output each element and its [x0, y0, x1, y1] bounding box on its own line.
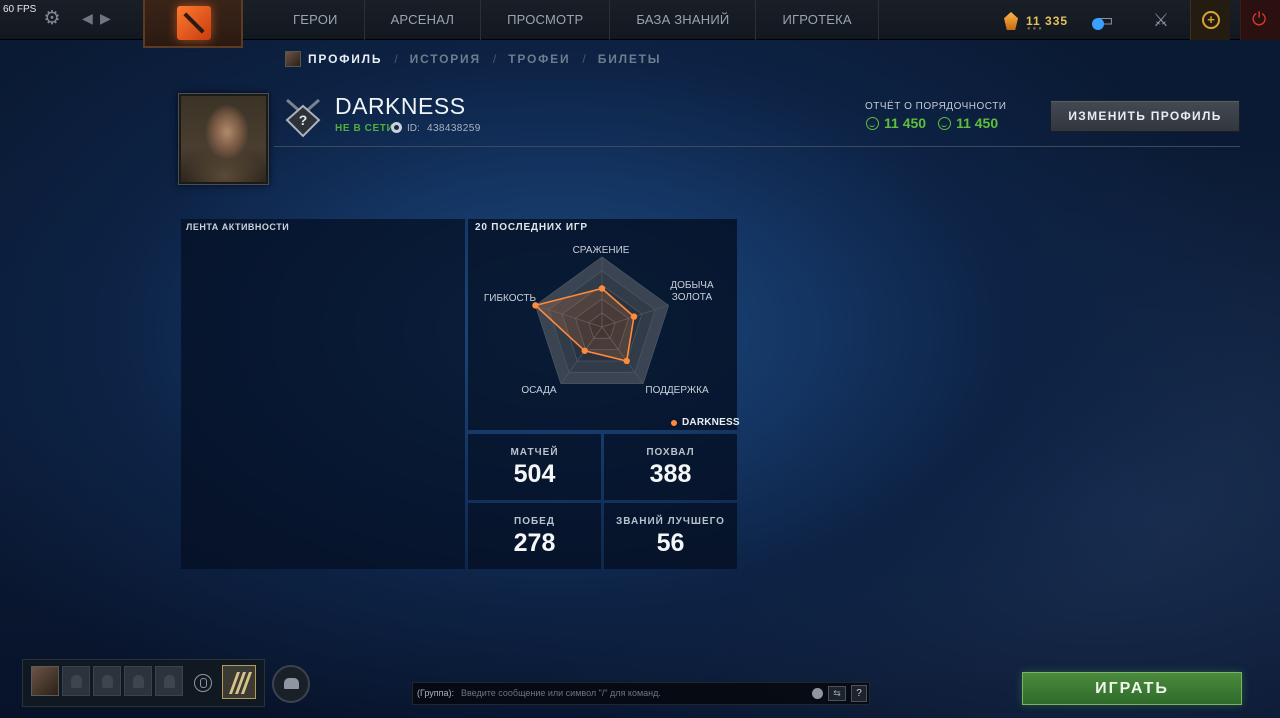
fps-counter: 60 FPS: [3, 4, 37, 15]
gear-icon[interactable]: ⚙: [42, 9, 62, 29]
status-badge: НЕ В СЕТИ: [335, 123, 395, 134]
smile-icon: [938, 116, 952, 130]
edit-profile-button[interactable]: ИЗМЕНИТЬ ПРОФИЛЬ: [1050, 100, 1240, 132]
conduct-label: ОТЧЁТ О ПОРЯДОЧНОСТИ: [865, 101, 1007, 112]
party-slot-self[interactable]: [31, 666, 59, 696]
party-slot-empty[interactable]: [124, 666, 152, 696]
party-slot-empty[interactable]: [62, 666, 90, 696]
header-divider: [274, 146, 1240, 147]
subnav-separator: /: [394, 52, 398, 66]
stat-wins-label: ПОБЕД: [514, 516, 555, 527]
armory-icon[interactable]: ⚔: [1148, 8, 1174, 32]
subnav-separator: /: [582, 52, 586, 66]
chat-input[interactable]: Введите сообщение или символ "/" для ком…: [461, 688, 801, 698]
emoticon-icon[interactable]: [812, 688, 823, 699]
mini-avatar: [285, 51, 301, 67]
ranked-roles-button[interactable]: [222, 665, 256, 699]
chat-channel-label[interactable]: (Группа):: [417, 688, 454, 698]
radar-point: [630, 313, 638, 320]
legend-label: DARKNESS: [682, 417, 740, 428]
chat-options-icon[interactable]: ⇆: [828, 686, 846, 701]
axis-label-support: ПОДДЕРЖКА: [645, 385, 709, 396]
top-bar: 60 FPS ⚙ ◀ ▶ ГЕРОИ АРСЕНАЛ ПРОСМОТР БАЗА…: [0, 0, 1280, 48]
tab-profile[interactable]: ПРОФИЛЬ: [308, 52, 382, 66]
profile-subnav: ПРОФИЛЬ / ИСТОРИЯ / ТРОФЕИ / БИЛЕТЫ: [285, 50, 661, 68]
radar-point: [623, 357, 630, 365]
power-icon: ⏻: [1252, 9, 1267, 29]
stat-matches-label: МАТЧЕЙ: [510, 447, 559, 458]
stat-mvp: ЗВАНИЙ ЛУЧШЕГО 56: [604, 503, 737, 569]
chat-help-button[interactable]: ?: [851, 685, 867, 702]
axis-label-farming: ДОБЫЧА ЗОЛОТА: [670, 280, 714, 303]
forward-arrow-icon[interactable]: ▶: [100, 10, 111, 27]
dota-plus-icon: +: [1202, 11, 1220, 29]
radar-point: [598, 285, 606, 292]
shards-currency[interactable]: 11 335 ●●●: [1004, 10, 1068, 32]
stat-mvp-value: 56: [656, 529, 685, 557]
stat-commends-value: 388: [649, 460, 692, 488]
axis-label-versatility: ГИБКОСТЬ: [483, 293, 537, 304]
tab-trophies[interactable]: ТРОФЕИ: [508, 52, 570, 66]
tab-tickets[interactable]: БИЛЕТЫ: [598, 52, 662, 66]
svg-text:?: ?: [299, 112, 308, 128]
id-label: ID:: [407, 123, 420, 134]
axis-label-pushing: ОСАДА: [521, 385, 557, 396]
nav-watch[interactable]: ПРОСМОТР: [481, 0, 611, 40]
dota-logo-button[interactable]: [143, 0, 243, 48]
quit-button[interactable]: ⏻: [1240, 0, 1280, 40]
chat-icon[interactable]: ▭: [1092, 8, 1118, 32]
axis-label-fighting: СРАЖЕНИЕ: [572, 245, 630, 256]
recent-games-panel: 20 ПОСЛЕДНИХ ИГР СРАЖЕНИЕ ДОБЫЧА ЗОЛОТА …: [468, 219, 740, 430]
stat-wins-value: 278: [513, 529, 556, 557]
player-name: DARKNESS: [335, 93, 466, 119]
radar-point: [581, 347, 588, 354]
dota-logo-icon: [177, 6, 211, 40]
avatar-image: [181, 96, 266, 182]
chat-bar: (Группа): Введите сообщение или символ "…: [412, 682, 870, 705]
voice-chat-icon[interactable]: [194, 674, 212, 692]
play-button[interactable]: ИГРАТЬ: [1022, 672, 1242, 705]
party-slot-empty[interactable]: [155, 666, 183, 696]
nav-heroes[interactable]: ГЕРОИ: [260, 0, 365, 40]
nav-armory[interactable]: АРСЕНАЛ: [365, 0, 482, 40]
shard-icon: [1004, 12, 1018, 30]
dota-plus-button[interactable]: +: [1190, 0, 1230, 40]
subnav-separator: /: [492, 52, 497, 66]
conduct-value: 11 450: [884, 115, 927, 131]
currency-dots: ●●●: [1027, 26, 1044, 32]
stat-wins: ПОБЕД 278: [468, 503, 601, 569]
stat-commends: ПОХВАЛ 388: [604, 434, 737, 500]
legend-dot: [671, 419, 677, 426]
activity-feed-title: ЛЕНТА АКТИВНОСТИ: [186, 222, 290, 232]
id-value: 438438259: [427, 123, 481, 134]
back-arrow-icon[interactable]: ◀: [82, 10, 93, 27]
rank-badge-icon[interactable]: ?: [285, 98, 321, 138]
steam-icon[interactable]: [391, 122, 402, 133]
nav-arcade[interactable]: ИГРОТЕКА: [756, 0, 879, 40]
smile-icon: [866, 116, 879, 130]
stat-commends-label: ПОХВАЛ: [646, 447, 695, 458]
tab-history[interactable]: ИСТОРИЯ: [410, 52, 481, 66]
stat-matches-value: 504: [513, 460, 556, 488]
nav-learn[interactable]: БАЗА ЗНАНИЙ: [610, 0, 757, 40]
conduct-value: 11 450: [956, 115, 999, 131]
party-bar: [22, 659, 265, 707]
avatar[interactable]: [178, 93, 269, 185]
party-slot-empty[interactable]: [93, 666, 121, 696]
stat-mvp-label: ЗВАНИЙ ЛУЧШЕГО: [616, 516, 725, 527]
radar-legend: DARKNESS: [671, 417, 740, 428]
main-nav: ГЕРОИ АРСЕНАЛ ПРОСМОТР БАЗА ЗНАНИЙ ИГРОТ…: [260, 0, 879, 40]
friends-icon[interactable]: [272, 665, 310, 703]
conduct-summary[interactable]: 11 450 11 450: [866, 115, 998, 131]
stat-matches: МАТЧЕЙ 504: [468, 434, 601, 500]
activity-feed-panel: ЛЕНТА АКТИВНОСТИ: [181, 219, 465, 569]
